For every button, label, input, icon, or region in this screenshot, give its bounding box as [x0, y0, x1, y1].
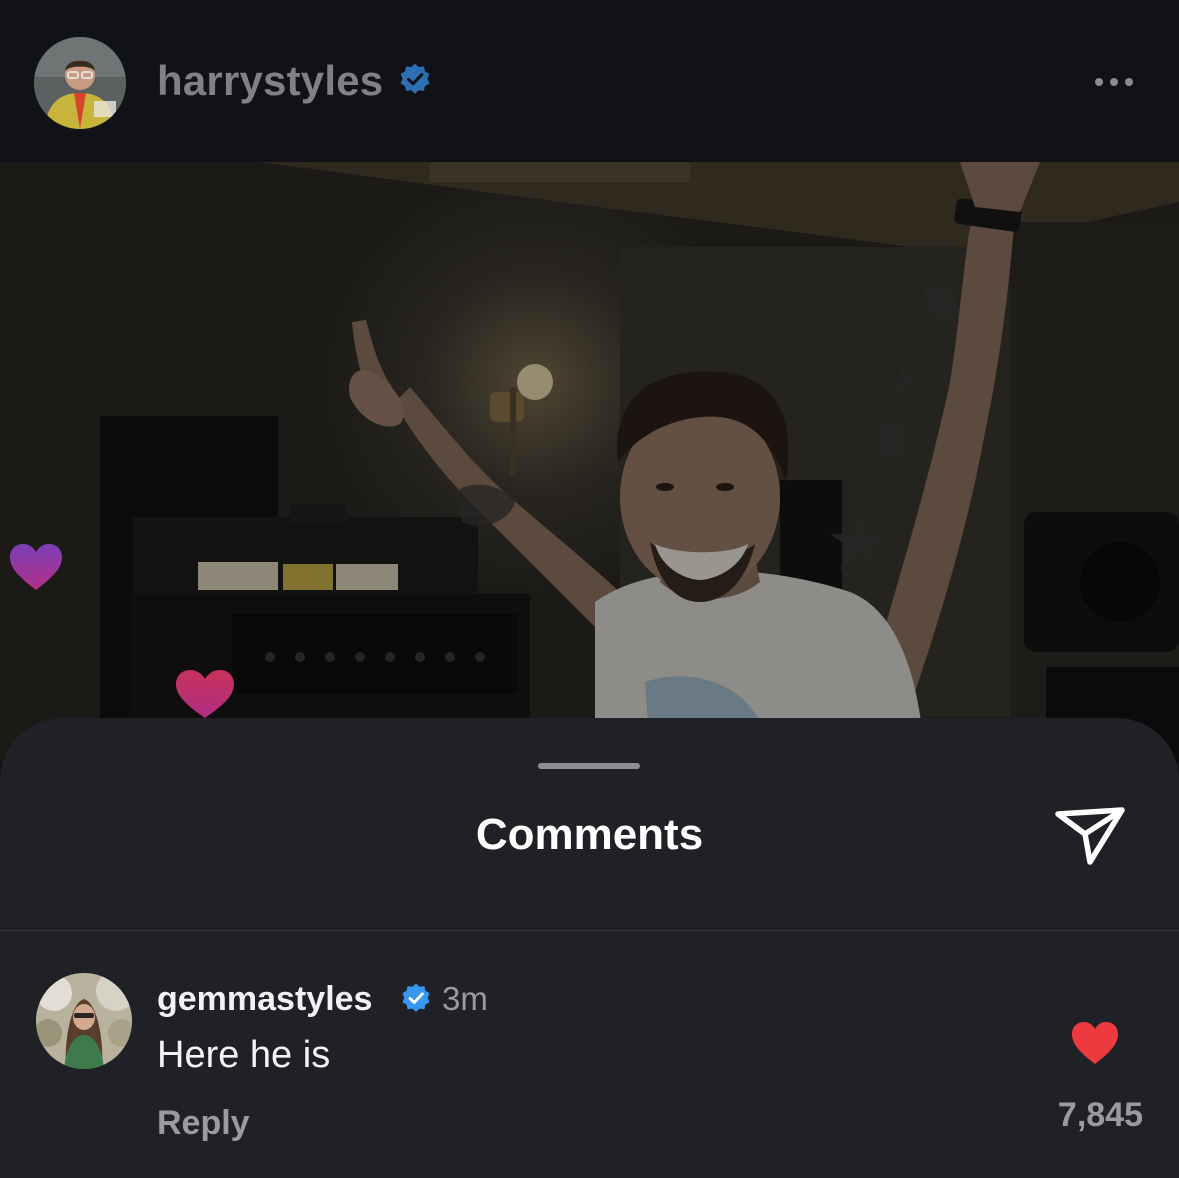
divider [0, 930, 1179, 931]
comments-title: Comments [475, 810, 704, 859]
commenter-avatar-image [36, 973, 132, 1069]
verified-badge-icon [402, 983, 430, 1012]
reply-button[interactable]: Reply [157, 1104, 250, 1143]
sheet-drag-handle[interactable] [538, 763, 640, 769]
heart-icon[interactable] [1070, 1020, 1120, 1066]
more-options-button[interactable] [1084, 60, 1144, 104]
comment-username[interactable]: gemmastyles [157, 980, 372, 1019]
more-horizontal-icon [1095, 78, 1103, 86]
floating-heart-icon [176, 670, 234, 718]
avatar-image [34, 37, 126, 129]
avatar[interactable] [34, 37, 126, 129]
comment-text: Here he is [157, 1034, 331, 1076]
post-header: harrystyles [0, 0, 1179, 162]
floating-heart-icon [10, 544, 62, 590]
paper-plane-icon[interactable] [1052, 804, 1128, 868]
like-count: 7,845 [1057, 1096, 1143, 1134]
instagram-post-screen: harrystyles Comments gemmastyles 3m Here… [0, 0, 1179, 1178]
avatar[interactable] [36, 973, 132, 1069]
verified-badge-icon [400, 63, 430, 94]
post-photo[interactable] [0, 162, 1179, 762]
comment-timestamp: 3m [442, 980, 488, 1017]
post-username[interactable]: harrystyles [157, 57, 383, 105]
comments-sheet: Comments gemmastyles 3m Here he is Reply… [0, 718, 1179, 1178]
